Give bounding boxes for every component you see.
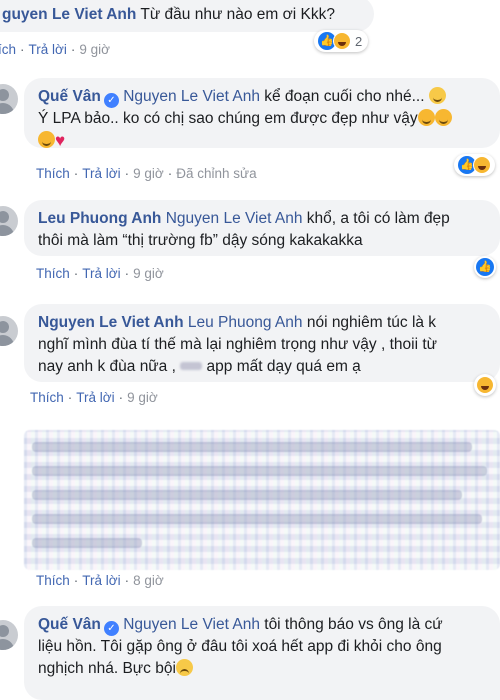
comment-actions: Thích · Trả lời · 9 giờ · Đã chỉnh sửa — [36, 166, 257, 181]
separator-dot: · — [70, 42, 76, 57]
blurred-line — [32, 538, 142, 548]
comment-author[interactable]: guyen Le Viet Anh — [2, 6, 136, 23]
reply-link[interactable]: Trả lời — [29, 42, 67, 57]
comment-line: Quế Vân ✓ Nguyen Le Viet Anh tôi thông bá… — [38, 614, 486, 636]
separator-dot: · — [73, 573, 79, 588]
verified-badge-icon: ✓ — [103, 93, 119, 108]
separator-dot: · — [20, 42, 25, 57]
edited-label[interactable]: Đã chỉnh sửa — [176, 166, 256, 181]
avatar[interactable] — [0, 620, 18, 650]
comment-text: Từ đầu như nào em ơi Kkk? — [136, 6, 336, 23]
separator-dot: · — [73, 166, 79, 181]
comment-author[interactable]: Leu Phuong Anh — [38, 210, 161, 227]
comment-text: app mất dạy quá em ạ — [202, 358, 361, 375]
comment-line: Nguyen Le Viet Anh Leu Phuong Anh nói ng… — [38, 312, 486, 334]
comment-author[interactable]: Nguyen Le Viet Anh — [38, 314, 184, 331]
comment-bubble: Nguyen Le Viet Anh Leu Phuong Anh nói ng… — [24, 304, 500, 382]
heart-emoji-icon: ♥ — [55, 131, 66, 150]
like-link[interactable]: Thích — [30, 390, 64, 405]
haha-reaction-icon — [476, 376, 494, 394]
comment-text: thôi mà làm “thị trường fb” dậy sóng kak… — [38, 232, 363, 249]
reply-link[interactable]: Trả lời — [82, 166, 120, 181]
separator-dot: · — [67, 390, 73, 405]
separator-dot: · — [124, 266, 130, 281]
comment-line: Leu Phuong Anh Nguyen Le Viet Anh khổ, a… — [38, 208, 486, 230]
comment-bubble: Leu Phuong Anh Nguyen Le Viet Anh khổ, a… — [24, 200, 500, 256]
comment-text: kể đoạn cuối cho nhé... — [259, 88, 425, 105]
timestamp[interactable]: 9 giờ — [133, 266, 164, 281]
comment-line: thôi mà làm “thị trường fb” dậy sóng kak… — [38, 230, 486, 252]
laugh-emoji-icon — [434, 109, 452, 126]
reaction-summary[interactable]: 👍 — [454, 154, 495, 176]
comment-author[interactable]: Quế Vân — [38, 616, 101, 633]
like-reaction-icon: 👍 — [476, 258, 494, 276]
like-link[interactable]: ích — [0, 42, 16, 57]
blurred-line — [32, 466, 487, 476]
comment-text: khổ, a tôi có làm đẹp — [302, 210, 450, 227]
blurred-line — [32, 442, 472, 452]
timestamp[interactable]: 9 giờ — [133, 166, 164, 181]
blurred-line — [32, 490, 462, 500]
censored-word — [180, 362, 203, 370]
comment-text: Ý LPA bảo.. ko có chị sao chúng em được … — [38, 110, 418, 127]
comment-text: nghịch nhá. Bực bội — [38, 660, 176, 677]
mention-link[interactable]: Nguyen Le Viet Anh — [123, 88, 260, 105]
comment-text: nghĩ mình đùa tí thế mà lại nghiêm trọng… — [38, 336, 437, 353]
haha-reaction-icon — [473, 156, 491, 174]
comment-bubble: Quế Vân ✓ Nguyen Le Viet Anh kể đoạn cuối… — [24, 78, 500, 149]
avatar[interactable] — [0, 206, 18, 236]
comment-line: nghịch nhá. Bực bội — [38, 658, 486, 680]
comment-line: nay anh k đùa nữa , app mất dạy quá em ạ — [38, 356, 486, 378]
blurred-line — [32, 514, 482, 524]
comment-line: Ý LPA bảo.. ko có chị sao chúng em được … — [38, 108, 486, 130]
comment-text: tôi thông báo vs ông là cứ — [259, 616, 443, 633]
reaction-summary[interactable]: 👍 2 — [314, 30, 369, 52]
comment-bubble: guyen Le Viet Anh Từ đầu như nào em ơi K… — [0, 0, 374, 32]
laugh-emoji-icon — [38, 131, 55, 148]
mention-link[interactable]: Nguyen Le Viet Anh — [123, 616, 260, 633]
reaction-summary[interactable]: 👍 — [474, 256, 496, 278]
blurred-comment-region — [24, 430, 500, 570]
comment-text: nói nghiêm túc là k — [302, 314, 437, 331]
reaction-summary[interactable] — [474, 374, 496, 396]
comment-actions: Thích · Trả lời · 9 giờ — [36, 266, 164, 281]
comment-line: nghĩ mình đùa tí thế mà lại nghiêm trọng… — [38, 334, 486, 356]
comment-actions: ích·Trả lời·9 giờ — [0, 42, 110, 57]
separator-dot: · — [167, 166, 173, 181]
comment-author[interactable]: Quế Vân — [38, 88, 101, 105]
comment-bubble: Quế Vân ✓ Nguyen Le Viet Anh tôi thông bá… — [24, 606, 500, 700]
separator-dot: · — [118, 390, 124, 405]
reaction-count: 2 — [355, 33, 363, 49]
like-link[interactable]: Thích — [36, 266, 70, 281]
frown-emoji-icon — [175, 659, 193, 676]
avatar[interactable] — [0, 316, 18, 346]
smile-emoji-icon — [428, 87, 446, 104]
reply-link[interactable]: Trả lời — [82, 573, 120, 588]
avatar[interactable] — [0, 84, 18, 114]
reply-link[interactable]: Trả lời — [82, 266, 120, 281]
timestamp[interactable]: 8 giờ — [133, 573, 164, 588]
verified-badge-icon: ✓ — [103, 621, 119, 636]
comment-actions: Thích · Trả lời · 9 giờ — [30, 390, 158, 405]
laugh-emoji-icon — [417, 109, 435, 126]
haha-reaction-icon — [333, 32, 351, 50]
timestamp[interactable]: 9 giờ — [127, 390, 158, 405]
comment-line: ♥ — [38, 130, 486, 152]
comment-actions: Thích · Trả lời · 8 giờ — [36, 573, 164, 588]
comment-text: liệu hồn. Tôi gặp ông ở đâu tôi xoá hết … — [38, 638, 442, 655]
like-link[interactable]: Thích — [36, 166, 70, 181]
separator-dot: · — [124, 573, 130, 588]
comment-text: nay anh k đùa nữa , — [38, 358, 181, 375]
comment-line: Quế Vân ✓ Nguyen Le Viet Anh kể đoạn cuối… — [38, 86, 486, 108]
separator-dot: · — [124, 166, 130, 181]
like-link[interactable]: Thích — [36, 573, 70, 588]
timestamp[interactable]: 9 giờ — [79, 42, 110, 57]
mention-link[interactable]: Nguyen Le Viet Anh — [166, 210, 303, 227]
mention-link[interactable]: Leu Phuong Anh — [188, 314, 303, 331]
comment-line: liệu hồn. Tôi gặp ông ở đâu tôi xoá hết … — [38, 636, 486, 658]
separator-dot: · — [73, 266, 79, 281]
reply-link[interactable]: Trả lời — [76, 390, 114, 405]
